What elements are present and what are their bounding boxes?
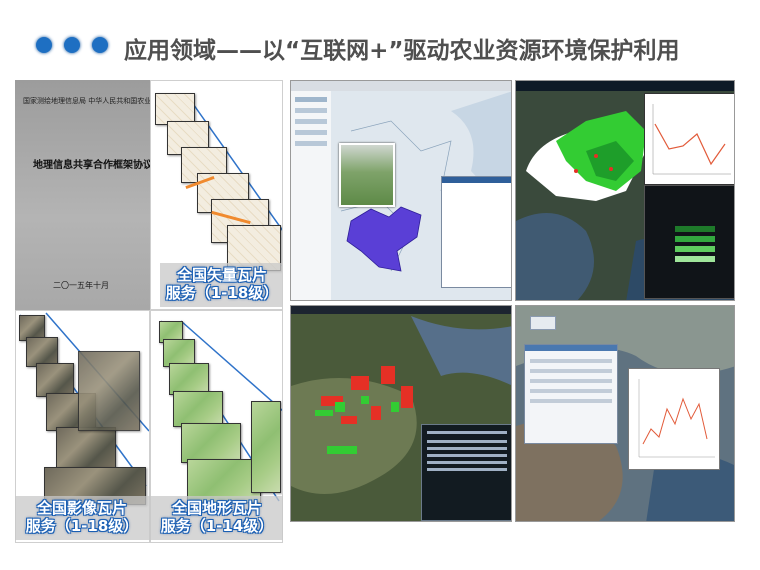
caption-line: 服务（1-14级） — [160, 517, 274, 535]
caption-line: 全国矢量瓦片 — [176, 266, 267, 284]
map-tool-button[interactable] — [530, 316, 556, 330]
map-sidebar — [291, 91, 332, 300]
satellite-tile — [56, 427, 116, 469]
query-chart-screenshot — [515, 305, 735, 522]
hotspot-map-screenshot — [290, 305, 512, 522]
slide-title: 应用领域——以“互联网+”驱动农业资源环境保护利用 — [124, 38, 680, 64]
caption-line: 全国影像瓦片 — [36, 499, 127, 517]
caption-line: 全国地形瓦片 — [171, 499, 262, 517]
doc-title: 地理信息共享合作框架协议 — [33, 160, 150, 171]
caption-line: 服务（1-18级） — [25, 517, 139, 535]
agreement-document-image: 国家测绘地理信息局 中华人民共和国农业部 地理信息共享合作框架协议 二〇一五年十… — [15, 80, 150, 310]
green-region-map-screenshot — [515, 80, 735, 301]
terrain-tiles-caption: 全国地形瓦片 服务（1-14级） — [154, 499, 280, 535]
info-popup — [421, 424, 511, 521]
terrain-tile — [173, 391, 223, 427]
doc-date: 二〇一五年十月 — [53, 281, 109, 290]
query-line-chart — [638, 379, 715, 458]
legend-panel — [644, 185, 734, 299]
vector-tiles-caption: 全国矢量瓦片 服务（1-18级） — [164, 266, 280, 302]
satellite-tile — [36, 363, 74, 397]
bullet-dot-icon — [92, 37, 108, 53]
imagery-tiles-caption: 全国影像瓦片 服务（1-18级） — [18, 499, 146, 535]
terrain-tile — [251, 401, 281, 493]
title-bar: 应用领域——以“互联网+”驱动农业资源环境保护利用 — [0, 0, 760, 80]
query-panel — [524, 344, 618, 444]
trend-line-chart — [652, 104, 731, 175]
satellite-tile — [78, 351, 140, 431]
info-panel — [441, 176, 511, 288]
terrain-tile — [181, 423, 241, 463]
field-photo-popup[interactable] — [339, 143, 395, 207]
query-chart-panel — [628, 368, 720, 470]
web-map-screenshot — [290, 80, 512, 301]
line-chart-panel — [644, 93, 734, 185]
caption-line: 服务（1-18级） — [165, 284, 279, 302]
bullet-dot-icon — [64, 37, 80, 53]
doc-header-line: 国家测绘地理信息局 中华人民共和国农业部 — [23, 97, 150, 105]
bullet-dot-icon — [36, 37, 52, 53]
